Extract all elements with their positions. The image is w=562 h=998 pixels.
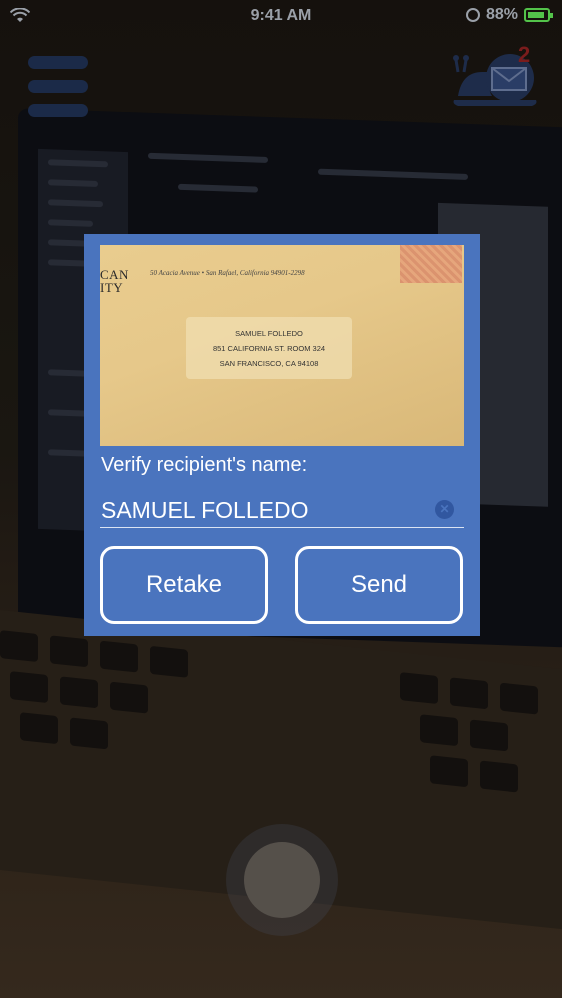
envelope-return-address: 50 Acacia Avenue • San Rafael, Californi… [150, 269, 305, 277]
recipient-name-input[interactable] [101, 495, 421, 525]
retake-button[interactable]: Retake [100, 546, 268, 624]
verify-recipient-label: Verify recipient's name: [101, 454, 308, 476]
envelope-logo: CAN ITY [100, 267, 129, 295]
verify-recipient-dialog: CAN ITY 50 Acacia Avenue • San Rafael, C… [84, 234, 480, 636]
envelope-photo: CAN ITY 50 Acacia Avenue • San Rafael, C… [100, 245, 464, 446]
status-bar: 9:41 AM 88% [0, 0, 562, 32]
shutter-inner-circle [244, 842, 320, 918]
shutter-button[interactable] [226, 824, 338, 936]
envelope-stamp [400, 245, 462, 283]
recipient-name-field: ✕ [100, 490, 464, 528]
rotation-lock-icon [465, 8, 480, 22]
clear-text-icon[interactable]: ✕ [435, 500, 454, 519]
hamburger-menu-icon[interactable] [28, 56, 88, 118]
battery-percent: 88% [485, 6, 518, 23]
mail-badge-count: 2 [518, 42, 530, 67]
snail-mail-icon[interactable]: 2 [452, 42, 540, 110]
envelope-address-label: SAMUEL FOLLEDO 851 CALIFORNIA ST. ROOM 3… [186, 317, 352, 379]
battery-icon [524, 8, 553, 22]
send-button[interactable]: Send [295, 546, 463, 624]
